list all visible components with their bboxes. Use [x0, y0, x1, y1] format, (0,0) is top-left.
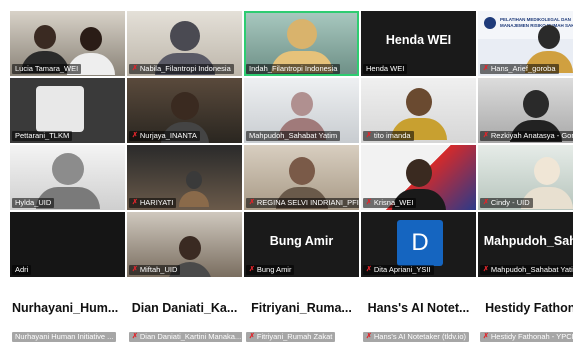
- participant-name: ✗ Dita Apriani_YSII: [363, 265, 434, 275]
- participant-tile[interactable]: Henda WEI Henda WEI: [361, 11, 476, 76]
- participant-tile[interactable]: ✗ Krisna_WEI: [361, 145, 476, 210]
- participant-name: ✗ Hans's AI Notetaker (tldv.io): [363, 332, 470, 342]
- mic-muted-icon: ✗: [249, 199, 255, 206]
- participant-display-name: Hans's AI Notet...: [367, 301, 470, 315]
- participant-name: ✗ Fitriyani_Rumah Zakat: [246, 332, 336, 342]
- participant-name: ✗ Hestidy Fathonah - YPCII: [480, 332, 573, 342]
- participant-tile[interactable]: ✗ Miftah_UID: [127, 212, 242, 277]
- mic-muted-icon: ✗: [132, 199, 138, 206]
- participant-tile[interactable]: ✗ REGINA SELVI INDRIANI_PFI: [244, 145, 359, 210]
- participant-name: Adri: [12, 265, 32, 275]
- participant-name: Nurhayani Human Initiative ...: [12, 332, 117, 342]
- participant-tile[interactable]: Fitriyani_Ruma... ✗ Fitriyani_Rumah Zakat: [244, 279, 359, 344]
- logo-icon: [484, 17, 496, 29]
- mic-muted-icon: ✗: [366, 333, 372, 340]
- participant-video: [178, 171, 209, 207]
- mic-muted-icon: ✗: [366, 199, 372, 206]
- mic-muted-icon: ✗: [132, 65, 138, 72]
- participant-tile[interactable]: Nurhayani_Hum... Nurhayani Human Initiat…: [10, 279, 125, 344]
- participant-display-name: Dian Daniati_Ka...: [131, 301, 238, 315]
- participant-grid: Lucia Tamara_WEI ✗ Nabila_Filantropi Indo…: [10, 11, 573, 344]
- participant-name: Henda WEI: [363, 64, 408, 74]
- mic-muted-icon: ✗: [249, 333, 255, 340]
- participant-tile[interactable]: ✗ Cindy - UID: [478, 145, 573, 210]
- participant-name: ✗ HARIYATI: [129, 198, 177, 208]
- mic-muted-icon: ✗: [132, 266, 138, 273]
- participant-tile[interactable]: Mahpudoh_Sah... ✗Mahpudoh_Sahabat Yatim: [478, 212, 573, 277]
- participant-tile[interactable]: ✗Rezkiyah Anatasya - Gorobak: [478, 78, 573, 143]
- participant-tile[interactable]: Hestidy Fathon... ✗Hestidy Fathonah - YP…: [478, 279, 573, 344]
- participant-name: ✗Rezkiyah Anatasya - Gorobak: [480, 131, 573, 141]
- participant-tile[interactable]: Adri: [10, 212, 125, 277]
- camera-placeholder: [36, 86, 84, 132]
- participant-name: Hylda_UID: [12, 198, 55, 208]
- participant-display-name: Bung Amir: [269, 234, 334, 248]
- participant-name: Pettarani_TLKM: [12, 131, 73, 141]
- participant-name: ✗ Mahpudoh_Sahabat Yatim: [480, 265, 573, 275]
- mic-muted-icon: ✗: [483, 132, 489, 139]
- participant-display-name: Mahpudoh_Sah...: [483, 234, 573, 248]
- participant-display-name: Henda WEI: [385, 33, 452, 47]
- mic-muted-icon: ✗: [483, 333, 489, 340]
- mic-muted-icon: ✗: [249, 266, 255, 273]
- participant-tile[interactable]: Hylda_UID: [10, 145, 125, 210]
- mic-muted-icon: ✗: [483, 65, 489, 72]
- mic-muted-icon: ✗: [366, 266, 372, 273]
- mic-muted-icon: ✗: [483, 266, 489, 273]
- participant-tile[interactable]: Bung Amir ✗ Bung Amir: [244, 212, 359, 277]
- mic-muted-icon: ✗: [366, 132, 372, 139]
- mic-muted-icon: ✗: [132, 333, 138, 340]
- participant-tile[interactable]: ✗ HARIYATI: [127, 145, 242, 210]
- participant-name: ✗ Hans_Arief_goroba: [480, 64, 559, 74]
- participant-name: ✗ Miftah_UID: [129, 265, 181, 275]
- participant-tile[interactable]: Dian Daniati_Ka... ✗ Dian Daniati_Kartini…: [127, 279, 242, 344]
- mic-muted-icon: ✗: [132, 132, 138, 139]
- participant-tile[interactable]: Hans's AI Notet... ✗ Hans's AI Notetaker …: [361, 279, 476, 344]
- avatar: D: [397, 220, 443, 266]
- participant-tile[interactable]: Lucia Tamara_WEI: [10, 11, 125, 76]
- mic-muted-icon: ✗: [483, 199, 489, 206]
- participant-name: ✗ Dian Daniati_Kartini Manaka...: [129, 332, 242, 342]
- participant-tile[interactable]: D ✗ Dita Apriani_YSII: [361, 212, 476, 277]
- participant-display-name: Fitriyani_Ruma...: [251, 301, 352, 315]
- participant-name: ✗ Krisna_WEI: [363, 198, 417, 208]
- participant-tile[interactable]: Pettarani_TLKM: [10, 78, 125, 143]
- participant-tile[interactable]: Mahpudoh_Sahabat Yatim: [244, 78, 359, 143]
- participant-tile[interactable]: ✗ Nabila_Filantropi Indonesia: [127, 11, 242, 76]
- participant-name: ✗ Nurjaya_INANTA: [129, 131, 200, 141]
- participant-name: Mahpudoh_Sahabat Yatim: [246, 131, 341, 141]
- participant-tile-active-speaker[interactable]: Indah_Filantropi Indonesia: [244, 11, 359, 76]
- participant-tile[interactable]: PELATIHAN MEDIKOLEGAL DAN MANAJEMEN RISI…: [478, 11, 573, 76]
- participant-tile[interactable]: ✗ Nurjaya_INANTA: [127, 78, 242, 143]
- participant-name: Indah_Filantropi Indonesia: [246, 64, 341, 74]
- participant-name: Lucia Tamara_WEI: [12, 64, 82, 74]
- participant-name: ✗ tito imanda: [363, 131, 414, 141]
- participant-name: ✗ Cindy - UID: [480, 198, 533, 208]
- participant-tile[interactable]: ✗ tito imanda: [361, 78, 476, 143]
- participant-name: ✗ Nabila_Filantropi Indonesia: [129, 64, 234, 74]
- participant-name: ✗ Bung Amir: [246, 265, 295, 275]
- participant-display-name: Hestidy Fathon...: [485, 301, 573, 315]
- participant-name: ✗ REGINA SELVI INDRIANI_PFI: [246, 198, 359, 208]
- participant-display-name: Nurhayani_Hum...: [12, 301, 119, 315]
